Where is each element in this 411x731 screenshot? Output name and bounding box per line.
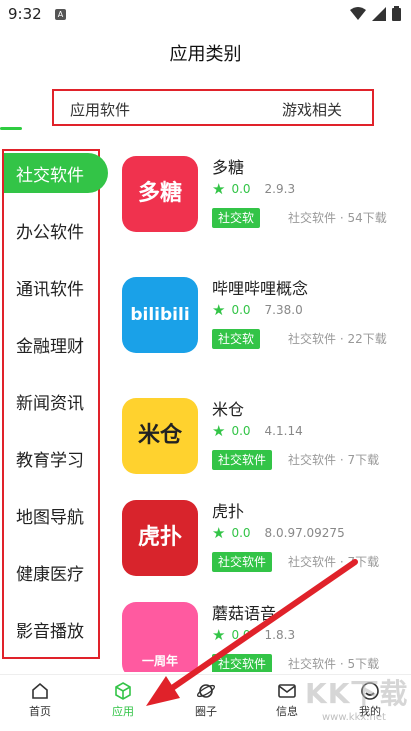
star-icon: ★ [212, 301, 226, 319]
sidebar-item-label: 通讯软件 [16, 280, 84, 300]
app-rating: ★ 0.0 8.0.97.09275 [212, 524, 345, 542]
app-item[interactable]: 多糖 多糖 ★ 0.0 2.9.3 社交软 社交软件 · 54下载 [122, 156, 402, 246]
sidebar-item-social[interactable]: 社交软件 [4, 153, 108, 193]
app-version: 7.38.0 [264, 303, 303, 317]
tab-apps[interactable]: 应用软件 [70, 99, 130, 120]
nav-apps[interactable]: 应用 [93, 681, 153, 719]
app-category-tag: 社交软件 [212, 552, 273, 572]
app-icon: bilibili [122, 277, 198, 353]
app-rating: ★ 0.0 2.9.3 [212, 180, 295, 198]
sidebar-item-news[interactable]: 新闻资讯 [4, 381, 100, 421]
sidebar-item-health[interactable]: 健康医疗 [4, 552, 100, 592]
nav-home[interactable]: 首页 [10, 681, 70, 719]
sidebar-item-label: 金融理财 [16, 337, 84, 357]
app-icon: 多糖 [122, 156, 198, 232]
cube-icon [115, 682, 131, 700]
category-sidebar: 社交软件 办公软件 通讯软件 金融理财 新闻资讯 教育学习 地图导航 健康医疗 … [2, 149, 108, 659]
app-score: 0.0 [231, 526, 251, 540]
sidebar-item-education[interactable]: 教育学习 [4, 438, 100, 478]
star-icon: ★ [212, 180, 226, 198]
nav-label: 应用 [112, 705, 134, 718]
app-icon: 虎扑 [122, 500, 198, 576]
app-version: 8.0.97.09275 [264, 526, 345, 540]
app-item[interactable]: 米仓 米仓 ★ 0.0 4.1.14 社交软件 社交软件 · 7下载 [122, 398, 402, 488]
sidebar-item-label: 教育学习 [16, 451, 84, 471]
app-meta: 社交软件 · 54下载 [288, 211, 387, 225]
planet-icon [196, 684, 216, 698]
app-icon-text: 米仓 [137, 423, 182, 448]
nav-label: 首页 [29, 705, 51, 718]
star-icon: ★ [212, 524, 226, 542]
app-icon-text: 虎扑 [137, 525, 182, 550]
sidebar-item-label: 办公软件 [16, 223, 84, 243]
app-rating: ★ 0.0 7.38.0 [212, 301, 303, 319]
app-icon-text: bilibili [130, 305, 190, 325]
sidebar-item-label: 社交软件 [16, 166, 84, 186]
notification-icon: A [55, 9, 66, 20]
app-icon: 米仓 [122, 398, 198, 474]
sidebar-item-label: 地图导航 [16, 508, 84, 528]
star-icon: ★ [212, 626, 226, 644]
sidebar-item-label: 新闻资讯 [16, 394, 84, 414]
nav-label: 信息 [276, 705, 298, 718]
app-rating: ★ 0.0 4.1.14 [212, 422, 303, 440]
app-name: 米仓 [212, 400, 245, 419]
app-category-tag: 社交软 [212, 208, 261, 228]
star-icon: ★ [212, 422, 226, 440]
app-icon-text: 多糖 [137, 181, 182, 206]
app-version: 2.9.3 [264, 182, 296, 196]
app-meta: 社交软件 · 7下载 [288, 453, 380, 467]
watermark: KK下载 [305, 677, 409, 710]
watermark-url: www.kkx.net [322, 712, 386, 723]
app-score: 0.0 [231, 303, 251, 317]
home-icon [32, 682, 48, 699]
app-category-tag: 社交软件 [212, 654, 273, 672]
app-icon: 一周年 [122, 602, 198, 672]
app-version: 4.1.14 [264, 424, 303, 438]
app-item[interactable]: 一周年 蘑菇语音 ★ 0.0 1.8.3 社交软件 社交软件 · 5下载 [122, 602, 402, 672]
app-score: 0.0 [231, 182, 251, 196]
app-name: 蘑菇语音 [212, 604, 277, 623]
app-version: 1.8.3 [264, 628, 296, 642]
app-category-tag: 社交软件 [212, 450, 273, 470]
signal-icon [372, 6, 386, 21]
app-name: 虎扑 [212, 502, 245, 521]
sidebar-item-office[interactable]: 办公软件 [4, 210, 100, 250]
app-meta: 社交软件 · 5下载 [288, 657, 380, 671]
sidebar-item-communication[interactable]: 通讯软件 [4, 267, 100, 307]
app-icon-text: 一周年 [141, 654, 178, 668]
sidebar-item-maps[interactable]: 地图导航 [4, 495, 100, 535]
mail-icon [278, 684, 296, 698]
tab-indicator [0, 127, 22, 130]
app-meta: 社交软件 · 7下载 [288, 555, 380, 569]
app-rating: ★ 0.0 1.8.3 [212, 626, 295, 644]
app-name: 多糖 [212, 158, 245, 177]
battery-icon [392, 6, 401, 21]
app-score: 0.0 [231, 628, 251, 642]
nav-circle[interactable]: 圈子 [176, 681, 236, 719]
app-item[interactable]: bilibili 哔哩哔哩概念 ★ 0.0 7.38.0 社交软 社交软件 · … [122, 277, 402, 367]
page-title: 应用类别 [169, 44, 242, 65]
nav-label: 圈子 [195, 705, 217, 718]
status-icons [350, 6, 401, 21]
status-time: 9:32 [8, 5, 42, 23]
app-score: 0.0 [231, 424, 251, 438]
wifi-icon [350, 6, 366, 20]
app-meta: 社交软件 · 22下载 [288, 332, 387, 346]
sidebar-item-media[interactable]: 影音播放 [4, 609, 100, 649]
sidebar-item-label: 健康医疗 [16, 565, 84, 585]
sidebar-item-finance[interactable]: 金融理财 [4, 324, 100, 364]
app-name: 哔哩哔哩概念 [212, 279, 309, 298]
app-item[interactable]: 虎扑 虎扑 ★ 0.0 8.0.97.09275 社交软件 社交软件 · 7下载 [122, 500, 402, 590]
app-category-tag: 社交软 [212, 329, 261, 349]
category-tabs: 应用软件 游戏相关 [52, 89, 374, 126]
tab-games[interactable]: 游戏相关 [282, 99, 342, 120]
sidebar-item-label: 影音播放 [16, 622, 84, 642]
status-bar: 9:32 A [0, 0, 411, 30]
